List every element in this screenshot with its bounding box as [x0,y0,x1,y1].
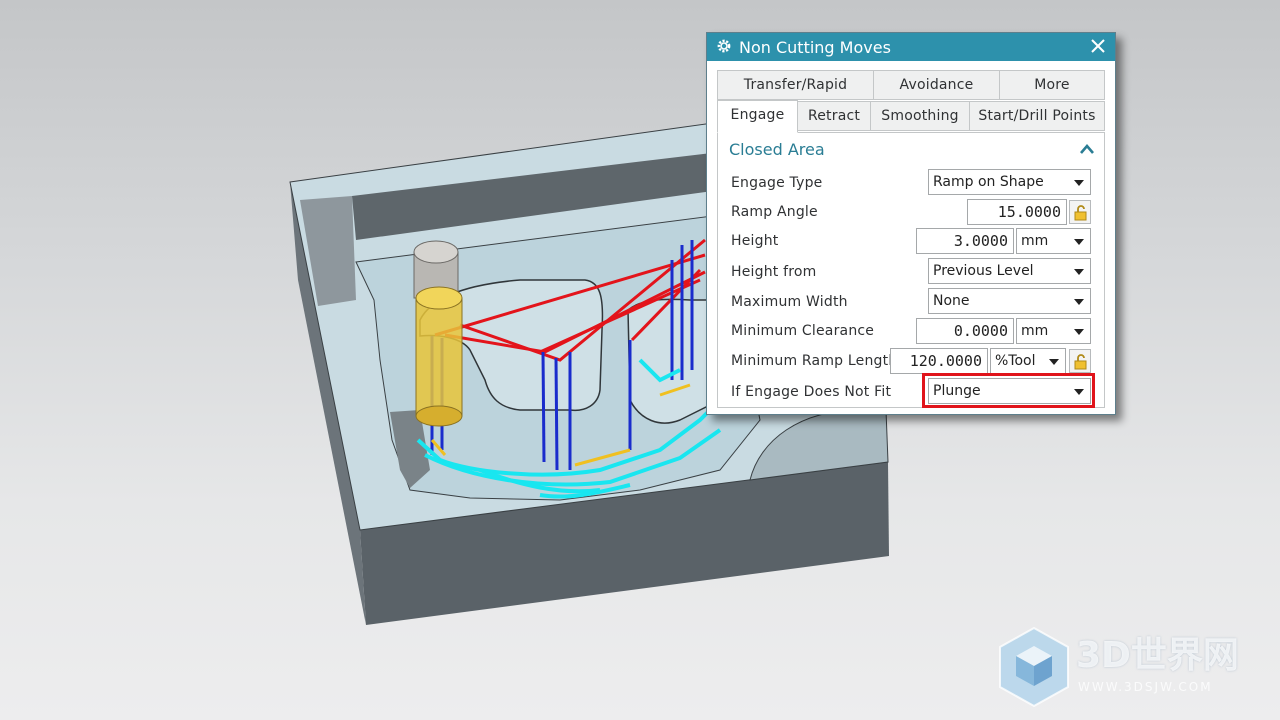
minimum-ramp-length-unit-dropdown[interactable]: %Tool [990,348,1066,374]
height-from-dropdown[interactable]: Previous Level [928,258,1091,284]
chevron-down-icon [1049,359,1059,365]
maximum-width-label: Maximum Width [731,294,848,310]
minimum-ramp-length-unit-value: %Tool [995,353,1036,369]
maximum-width-dropdown[interactable]: None [928,288,1091,314]
watermark: 3D世界网 WWW.3DSJW.COM [996,626,1266,708]
minimum-ramp-length-lock-button[interactable] [1069,349,1091,373]
gear-icon [717,39,731,53]
height-from-value: Previous Level [933,263,1034,279]
watermark-name: 3D世界网 [1076,635,1239,676]
tab-more[interactable]: More [999,70,1105,100]
non-cutting-moves-dialog: Non Cutting Moves Transfer/Rapid Avoidan… [706,32,1116,415]
chevron-down-icon [1074,299,1084,305]
minimum-clearance-unit-dropdown[interactable]: mm [1016,318,1091,344]
height-unit-dropdown[interactable]: mm [1016,228,1091,254]
if-engage-does-not-fit-dropdown[interactable]: Plunge [928,378,1091,404]
cutting-tool [413,240,463,427]
minimum-ramp-length-input[interactable]: 120.0000 [890,348,988,374]
chevron-down-icon [1074,180,1084,186]
height-unit-value: mm [1021,233,1049,249]
chevron-up-icon[interactable] [1079,143,1095,155]
unlock-icon [1074,205,1087,221]
ramp-angle-label: Ramp Angle [731,204,818,220]
tab-avoidance[interactable]: Avoidance [873,70,1000,100]
engage-type-dropdown[interactable]: Ramp on Shape [928,169,1091,195]
unlock-icon [1074,354,1087,370]
tab-retract[interactable]: Retract [797,101,871,131]
ramp-angle-lock-button[interactable] [1069,200,1091,224]
engage-type-label: Engage Type [731,175,823,191]
engage-type-value: Ramp on Shape [933,174,1044,190]
tab-start-drill-points[interactable]: Start/Drill Points [969,101,1105,131]
chevron-down-icon [1074,269,1084,275]
ramp-angle-input[interactable]: 15.0000 [967,199,1067,225]
minimum-clearance-input[interactable]: 0.0000 [916,318,1014,344]
height-from-label: Height from [731,264,817,280]
height-input[interactable]: 3.0000 [916,228,1014,254]
minimum-ramp-length-label: Minimum Ramp Length [731,353,898,369]
chevron-down-icon [1074,239,1084,245]
if-engage-does-not-fit-label: If Engage Does Not Fit [731,384,892,400]
close-icon[interactable] [1091,39,1105,53]
chevron-down-icon [1074,389,1084,395]
minimum-clearance-label: Minimum Clearance [731,323,875,339]
if-engage-does-not-fit-value: Plunge [933,383,981,399]
dialog-titlebar[interactable]: Non Cutting Moves [707,33,1115,61]
watermark-url: WWW.3DSJW.COM [1078,680,1213,694]
chevron-down-icon [1074,329,1084,335]
minimum-clearance-unit-value: mm [1021,323,1049,339]
tab-transfer-rapid[interactable]: Transfer/Rapid [717,70,874,100]
group-title-closed-area[interactable]: Closed Area [729,140,825,159]
cube-logo-icon [999,626,1069,708]
tab-smoothing[interactable]: Smoothing [870,101,970,131]
dialog-title: Non Cutting Moves [739,38,891,57]
maximum-width-value: None [933,293,970,309]
tab-engage[interactable]: Engage [717,100,798,133]
height-label: Height [731,233,779,249]
